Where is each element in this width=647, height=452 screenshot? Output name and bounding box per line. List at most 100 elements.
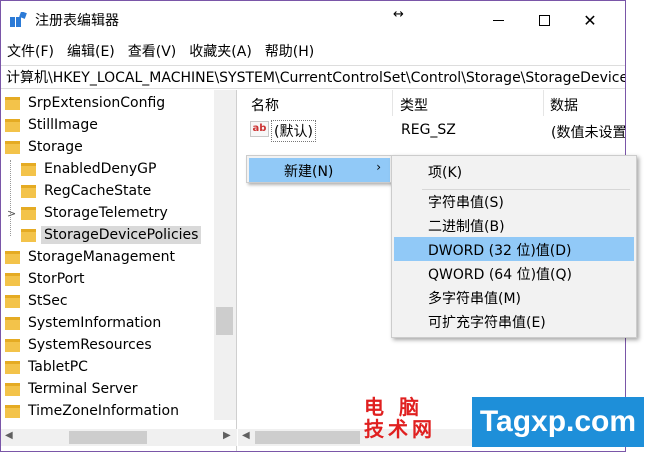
submenu-item-label: DWORD (32 位)值(D) — [428, 243, 572, 259]
column-divider[interactable] — [543, 90, 544, 116]
submenu-item-label: 二进制值(B) — [428, 219, 505, 235]
submenu-item-label: 字符串值(S) — [428, 195, 504, 211]
tree-horizontal-scrollbar[interactable]: ◀ ▶ — [1, 429, 237, 446]
tree-item[interactable]: Storage — [5, 136, 86, 158]
tree-item-label: SystemResources — [28, 337, 152, 353]
tree-item[interactable]: StorPort — [5, 268, 87, 290]
value-name: (默认) — [271, 120, 316, 142]
folder-icon — [5, 118, 20, 132]
tree-item[interactable]: StorageDevicePolicies — [7, 224, 202, 246]
tree-item-label: StorageManagement — [28, 249, 175, 265]
title-bar[interactable]: 注册表编辑器 ↔ ✕ — [1, 1, 625, 39]
folder-icon — [5, 272, 20, 286]
watermark-cn-line2: 技术网 — [364, 417, 436, 441]
submenu-item-multistring[interactable]: 多字符串值(M) — [394, 285, 634, 309]
column-name[interactable]: 名称 — [251, 95, 279, 115]
context-menu-new[interactable]: 新建(N) › — [249, 158, 390, 182]
folder-icon — [5, 404, 20, 418]
value-data: (数值未设置) — [551, 125, 625, 141]
tree-item[interactable]: SystemResources — [5, 334, 155, 356]
submenu-item-binary[interactable]: 二进制值(B) — [394, 213, 634, 237]
tree-item[interactable]: EnabledDenyGP — [7, 158, 159, 180]
submenu-item-dword[interactable]: DWORD (32 位)值(D) — [394, 237, 634, 261]
folder-icon — [5, 140, 20, 154]
submenu-item-key[interactable]: 项(K) — [394, 159, 634, 183]
menu-file[interactable]: 文件(F) — [7, 41, 54, 61]
watermark-cn-line1: 电 脑 — [364, 395, 423, 419]
tree-item-label: EnabledDenyGP — [44, 161, 157, 177]
tree-item[interactable]: > StorageTelemetry — [7, 202, 171, 224]
menu-help[interactable]: 帮助(H) — [265, 41, 314, 61]
tree-item-label: TabletPC — [28, 359, 88, 375]
context-menu: 新建(N) › — [246, 155, 393, 183]
folder-icon — [5, 250, 20, 264]
scroll-left-arrow-icon[interactable]: ◀ — [242, 430, 250, 441]
submenu-item-label: 可扩充字符串值(E) — [428, 315, 546, 331]
tree-item[interactable]: SystemInformation — [5, 312, 164, 334]
folder-icon — [5, 294, 20, 308]
tree-item-label: StillImage — [28, 117, 98, 133]
value-type: REG_SZ — [401, 122, 456, 138]
submenu-item-string[interactable]: 字符串值(S) — [394, 189, 634, 213]
tree-item-label: SrpExtensionConfig — [28, 95, 166, 111]
tree-item-label: StorageTelemetry — [44, 205, 168, 221]
folder-icon — [5, 382, 20, 396]
minimize-icon — [492, 19, 504, 21]
submenu-item-expandstring[interactable]: 可扩充字符串值(E) — [394, 309, 634, 333]
submenu-item-qword[interactable]: QWORD (64 位)值(Q) — [394, 261, 634, 285]
tree-item-label: TimeZoneInformation — [28, 403, 179, 419]
tree-item[interactable]: StillImage — [5, 114, 101, 136]
submenu-arrow-icon: › — [376, 160, 381, 174]
tree-item[interactable]: StorageManagement — [5, 246, 178, 268]
tree-item-label: Storage — [28, 139, 83, 155]
folder-icon — [21, 184, 36, 198]
menu-bar: 文件(F) 编辑(E) 查看(V) 收藏夹(A) 帮助(H) — [1, 39, 625, 63]
tree-vertical-scroll-thumb[interactable] — [216, 307, 233, 335]
tree-item-label: RegCacheState — [44, 183, 152, 199]
column-data[interactable]: 数据 — [550, 95, 578, 115]
list-horizontal-scroll-thumb[interactable] — [255, 431, 360, 444]
maximize-icon — [538, 14, 550, 26]
tree-vertical-scrollbar[interactable] — [214, 90, 236, 420]
tree-item[interactable]: StSec — [5, 290, 71, 312]
tree-item-label: Terminal Server — [28, 381, 138, 397]
submenu-item-label: 项(K) — [428, 165, 463, 181]
menu-favorites[interactable]: 收藏夹(A) — [189, 41, 252, 61]
tree-item-label: StSec — [28, 293, 68, 309]
tree-horizontal-scroll-thumb[interactable] — [69, 431, 147, 444]
new-submenu: 项(K) 字符串值(S) 二进制值(B) DWORD (32 位)值(D) QW… — [391, 155, 637, 338]
column-type[interactable]: 类型 — [400, 95, 428, 115]
tree-item[interactable]: RegCacheState — [7, 180, 154, 202]
menu-view[interactable]: 查看(V) — [128, 41, 177, 61]
folder-icon — [21, 162, 36, 176]
expand-chevron-icon[interactable]: > — [7, 207, 17, 220]
tree-item-label: StorageDevicePolicies — [41, 226, 202, 244]
resize-cursor-icon: ↔ — [393, 7, 404, 22]
watermark-en: Tagxp.com — [472, 397, 644, 447]
value-row-default[interactable]: ab (默认) REG_SZ (数值未设置) — [238, 118, 625, 142]
maximize-button[interactable] — [521, 1, 567, 39]
folder-icon — [21, 228, 36, 242]
close-button[interactable]: ✕ — [567, 1, 613, 39]
tree-item[interactable]: Terminal Server — [5, 378, 141, 400]
new-label: 新建(N) — [284, 164, 334, 180]
scroll-right-arrow-icon[interactable]: ▶ — [223, 430, 231, 441]
list-header: 名称 类型 数据 — [238, 90, 625, 116]
menu-edit[interactable]: 编辑(E) — [67, 41, 115, 61]
tree-item[interactable]: TabletPC — [5, 356, 91, 378]
string-value-icon: ab — [250, 121, 269, 137]
window-title: 注册表编辑器 — [35, 13, 119, 29]
watermark-cn: 电 脑 技术网 — [364, 396, 436, 440]
tree-item-label: StorPort — [28, 271, 85, 287]
minimize-button[interactable] — [475, 1, 521, 39]
column-divider[interactable] — [392, 90, 393, 116]
scroll-left-arrow-icon[interactable]: ◀ — [5, 430, 13, 441]
close-icon: ✕ — [583, 10, 597, 30]
address-bar[interactable]: 计算机\HKEY_LOCAL_MACHINE\SYSTEM\CurrentCon… — [1, 65, 625, 89]
folder-icon — [5, 338, 20, 352]
submenu-item-label: 多字符串值(M) — [428, 291, 522, 307]
folder-icon — [5, 96, 20, 110]
tree-item[interactable]: TimeZoneInformation — [5, 400, 182, 422]
registry-tree: SrpExtensionConfig StillImage Storage Enabl… — [1, 90, 237, 451]
tree-item[interactable]: SrpExtensionConfig — [5, 92, 168, 114]
